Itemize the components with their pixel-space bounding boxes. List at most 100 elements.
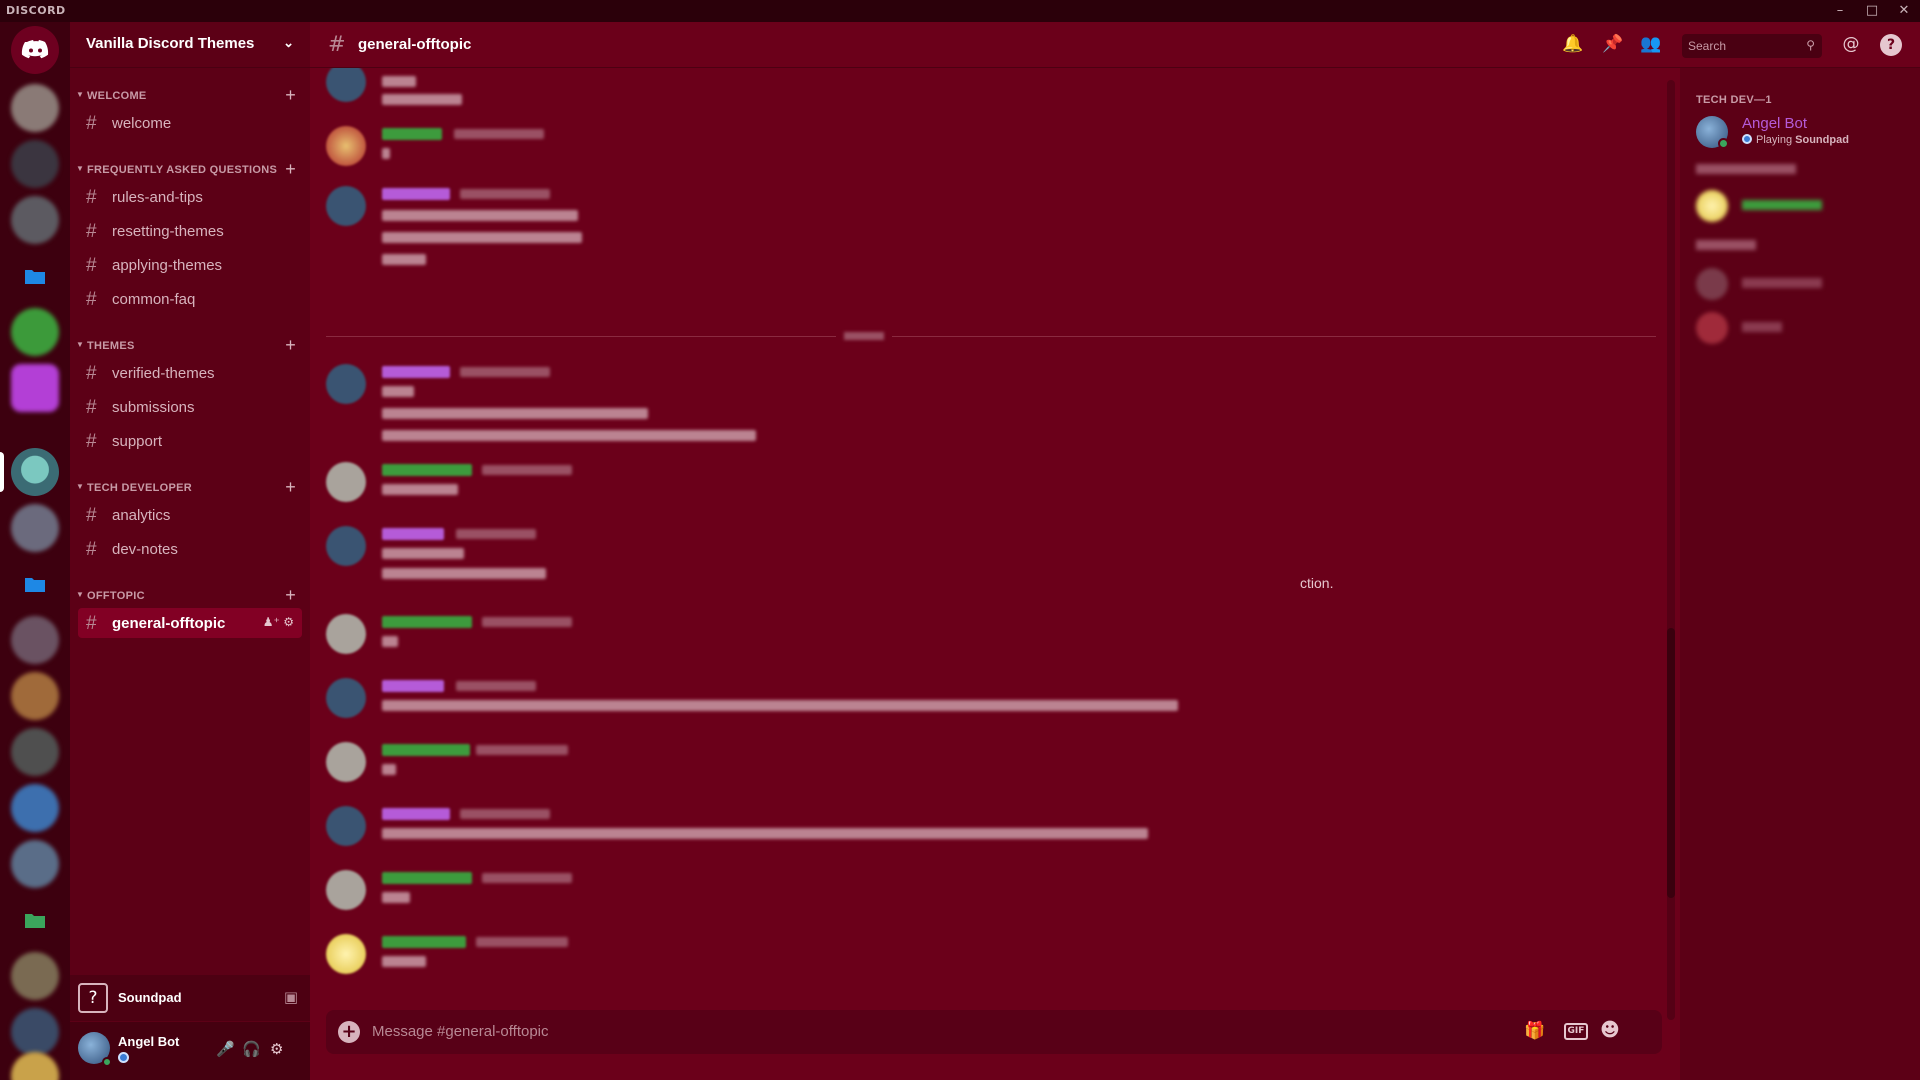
member-angel-bot[interactable]: Angel Bot Playing Soundpad <box>1696 112 1916 152</box>
server-icon[interactable] <box>11 1008 59 1056</box>
server-icon[interactable] <box>11 672 59 720</box>
channel-general-offtopic[interactable]: # general-offtopic ♟⁺ ⚙ <box>78 608 302 638</box>
screen-share-icon[interactable]: ▣ <box>284 988 298 1006</box>
channel-resetting-themes[interactable]: # resetting-themes <box>78 216 302 246</box>
member-name: Angel Bot <box>1742 115 1808 132</box>
server-icon[interactable] <box>11 364 59 412</box>
hash-icon: # <box>86 397 97 418</box>
channel-settings-icon[interactable]: ⚙ <box>283 615 294 629</box>
member[interactable] <box>1696 308 1916 348</box>
activity-label: Soundpad <box>118 990 182 1005</box>
create-channel-icon[interactable]: + <box>285 585 296 606</box>
member-group-title: TECH DEV—1 <box>1696 94 1772 106</box>
message-composer[interactable]: + Message #general-offtopic 🎁 GIF ☻ <box>326 1010 1662 1054</box>
channel-submissions[interactable]: # submissions <box>78 392 302 422</box>
channel-support[interactable]: # support <box>78 426 302 456</box>
channel-verified-themes[interactable]: # verified-themes <box>78 358 302 388</box>
activity-panel: ? Soundpad ▣ <box>70 975 310 1021</box>
avatar <box>326 678 366 718</box>
server-icon[interactable] <box>11 952 59 1000</box>
create-channel-icon[interactable]: + <box>285 335 296 356</box>
online-status-icon <box>1718 138 1729 149</box>
avatar <box>1696 190 1728 222</box>
members-icon[interactable]: 👥 <box>1640 34 1662 56</box>
message-input[interactable]: Message #general-offtopic <box>372 1023 549 1040</box>
create-channel-icon[interactable]: + <box>285 477 296 498</box>
collapse-arrow-icon: ▼ <box>76 590 85 599</box>
category-offtopic[interactable]: ▼ OFFTOPIC + <box>70 585 310 606</box>
help-icon[interactable]: ? <box>1880 34 1902 56</box>
server-icon[interactable] <box>11 616 59 664</box>
app-brand: DISCORD <box>6 4 66 17</box>
minimize-button[interactable]: – <box>1826 1 1854 21</box>
folder-icon[interactable] <box>11 896 59 944</box>
avatar <box>326 186 366 226</box>
headphones-icon[interactable]: 🎧 <box>242 1040 261 1058</box>
server-icon[interactable] <box>11 728 59 776</box>
server-icon[interactable] <box>11 448 59 496</box>
channel-welcome[interactable]: # welcome <box>78 108 302 138</box>
search-input[interactable]: Search ⚲ <box>1682 34 1822 58</box>
server-icon[interactable] <box>11 196 59 244</box>
mention-icon[interactable]: @ <box>1840 34 1862 56</box>
server-icon[interactable] <box>11 784 59 832</box>
title-bar: DISCORD – □ ✕ <box>0 0 1920 22</box>
hash-icon: # <box>86 221 97 242</box>
microphone-icon[interactable]: 🎤 <box>216 1040 235 1058</box>
home-button[interactable] <box>11 26 59 74</box>
channel-analytics[interactable]: # analytics <box>78 500 302 530</box>
hash-icon: # <box>86 363 97 384</box>
member[interactable] <box>1696 186 1916 226</box>
category-themes[interactable]: ▼ THEMES + <box>70 335 310 356</box>
server-icon[interactable] <box>11 140 59 188</box>
create-channel-icon[interactable]: + <box>285 85 296 106</box>
hash-icon: # <box>328 32 346 56</box>
pin-icon[interactable]: 📌 <box>1602 34 1624 56</box>
attach-plus-icon[interactable]: + <box>338 1021 360 1043</box>
server-rail <box>0 22 70 1080</box>
gift-icon[interactable]: 🎁 <box>1524 1021 1545 1041</box>
category-welcome[interactable]: ▼ WELCOME + <box>70 85 310 106</box>
activity-status-icon <box>118 1052 129 1063</box>
invite-icon[interactable]: ♟⁺ <box>263 615 280 629</box>
server-icon[interactable] <box>11 308 59 356</box>
member-group-title <box>1696 240 1756 250</box>
gif-icon[interactable]: GIF <box>1564 1023 1588 1040</box>
member-list: TECH DEV—1 Angel Bot Playing Soundpad <box>1680 68 1920 1080</box>
avatar <box>326 742 366 782</box>
folder-icon[interactable] <box>11 252 59 300</box>
hash-icon: # <box>86 505 97 526</box>
bell-icon[interactable]: 🔔 <box>1562 34 1584 56</box>
category-faq[interactable]: ▼ FREQUENTLY ASKED QUESTIONS + <box>70 159 310 180</box>
message-list <box>310 68 1670 1028</box>
channel-dev-notes[interactable]: # dev-notes <box>78 534 302 564</box>
server-icon[interactable] <box>11 840 59 888</box>
date-divider <box>326 330 1656 342</box>
server-icon[interactable] <box>11 504 59 552</box>
create-channel-icon[interactable]: + <box>285 159 296 180</box>
member-name <box>1742 200 1822 210</box>
maximize-button[interactable]: □ <box>1858 1 1886 21</box>
channel-rules-and-tips[interactable]: # rules-and-tips <box>78 182 302 212</box>
channel-common-faq[interactable]: # common-faq <box>78 284 302 314</box>
member[interactable] <box>1696 264 1916 304</box>
member-name <box>1742 322 1782 332</box>
channel-applying-themes[interactable]: # applying-themes <box>78 250 302 280</box>
emoji-icon[interactable]: ☻ <box>1600 1019 1620 1041</box>
scrollbar[interactable] <box>1665 68 1677 1028</box>
category-tech-developer[interactable]: ▼ TECH DEVELOPER + <box>70 477 310 498</box>
close-window-button[interactable]: ✕ <box>1890 1 1918 21</box>
scrollbar-thumb[interactable] <box>1667 628 1675 898</box>
server-icon[interactable] <box>11 1052 59 1080</box>
search-icon: ⚲ <box>1806 38 1815 52</box>
server-icon[interactable] <box>11 84 59 132</box>
avatar <box>1696 268 1728 300</box>
chat-area: # general-offtopic 🔔 📌 👥 Search ⚲ @ ? ct… <box>310 22 1920 1080</box>
user-settings-icon[interactable]: ⚙ <box>270 1040 283 1058</box>
hash-icon: # <box>86 113 97 134</box>
server-header[interactable]: Vanilla Discord Themes ⌄ <box>70 22 310 68</box>
folder-icon[interactable] <box>11 560 59 608</box>
avatar <box>326 364 366 404</box>
collapse-arrow-icon: ▼ <box>76 340 85 349</box>
discord-logo-icon <box>21 40 49 59</box>
